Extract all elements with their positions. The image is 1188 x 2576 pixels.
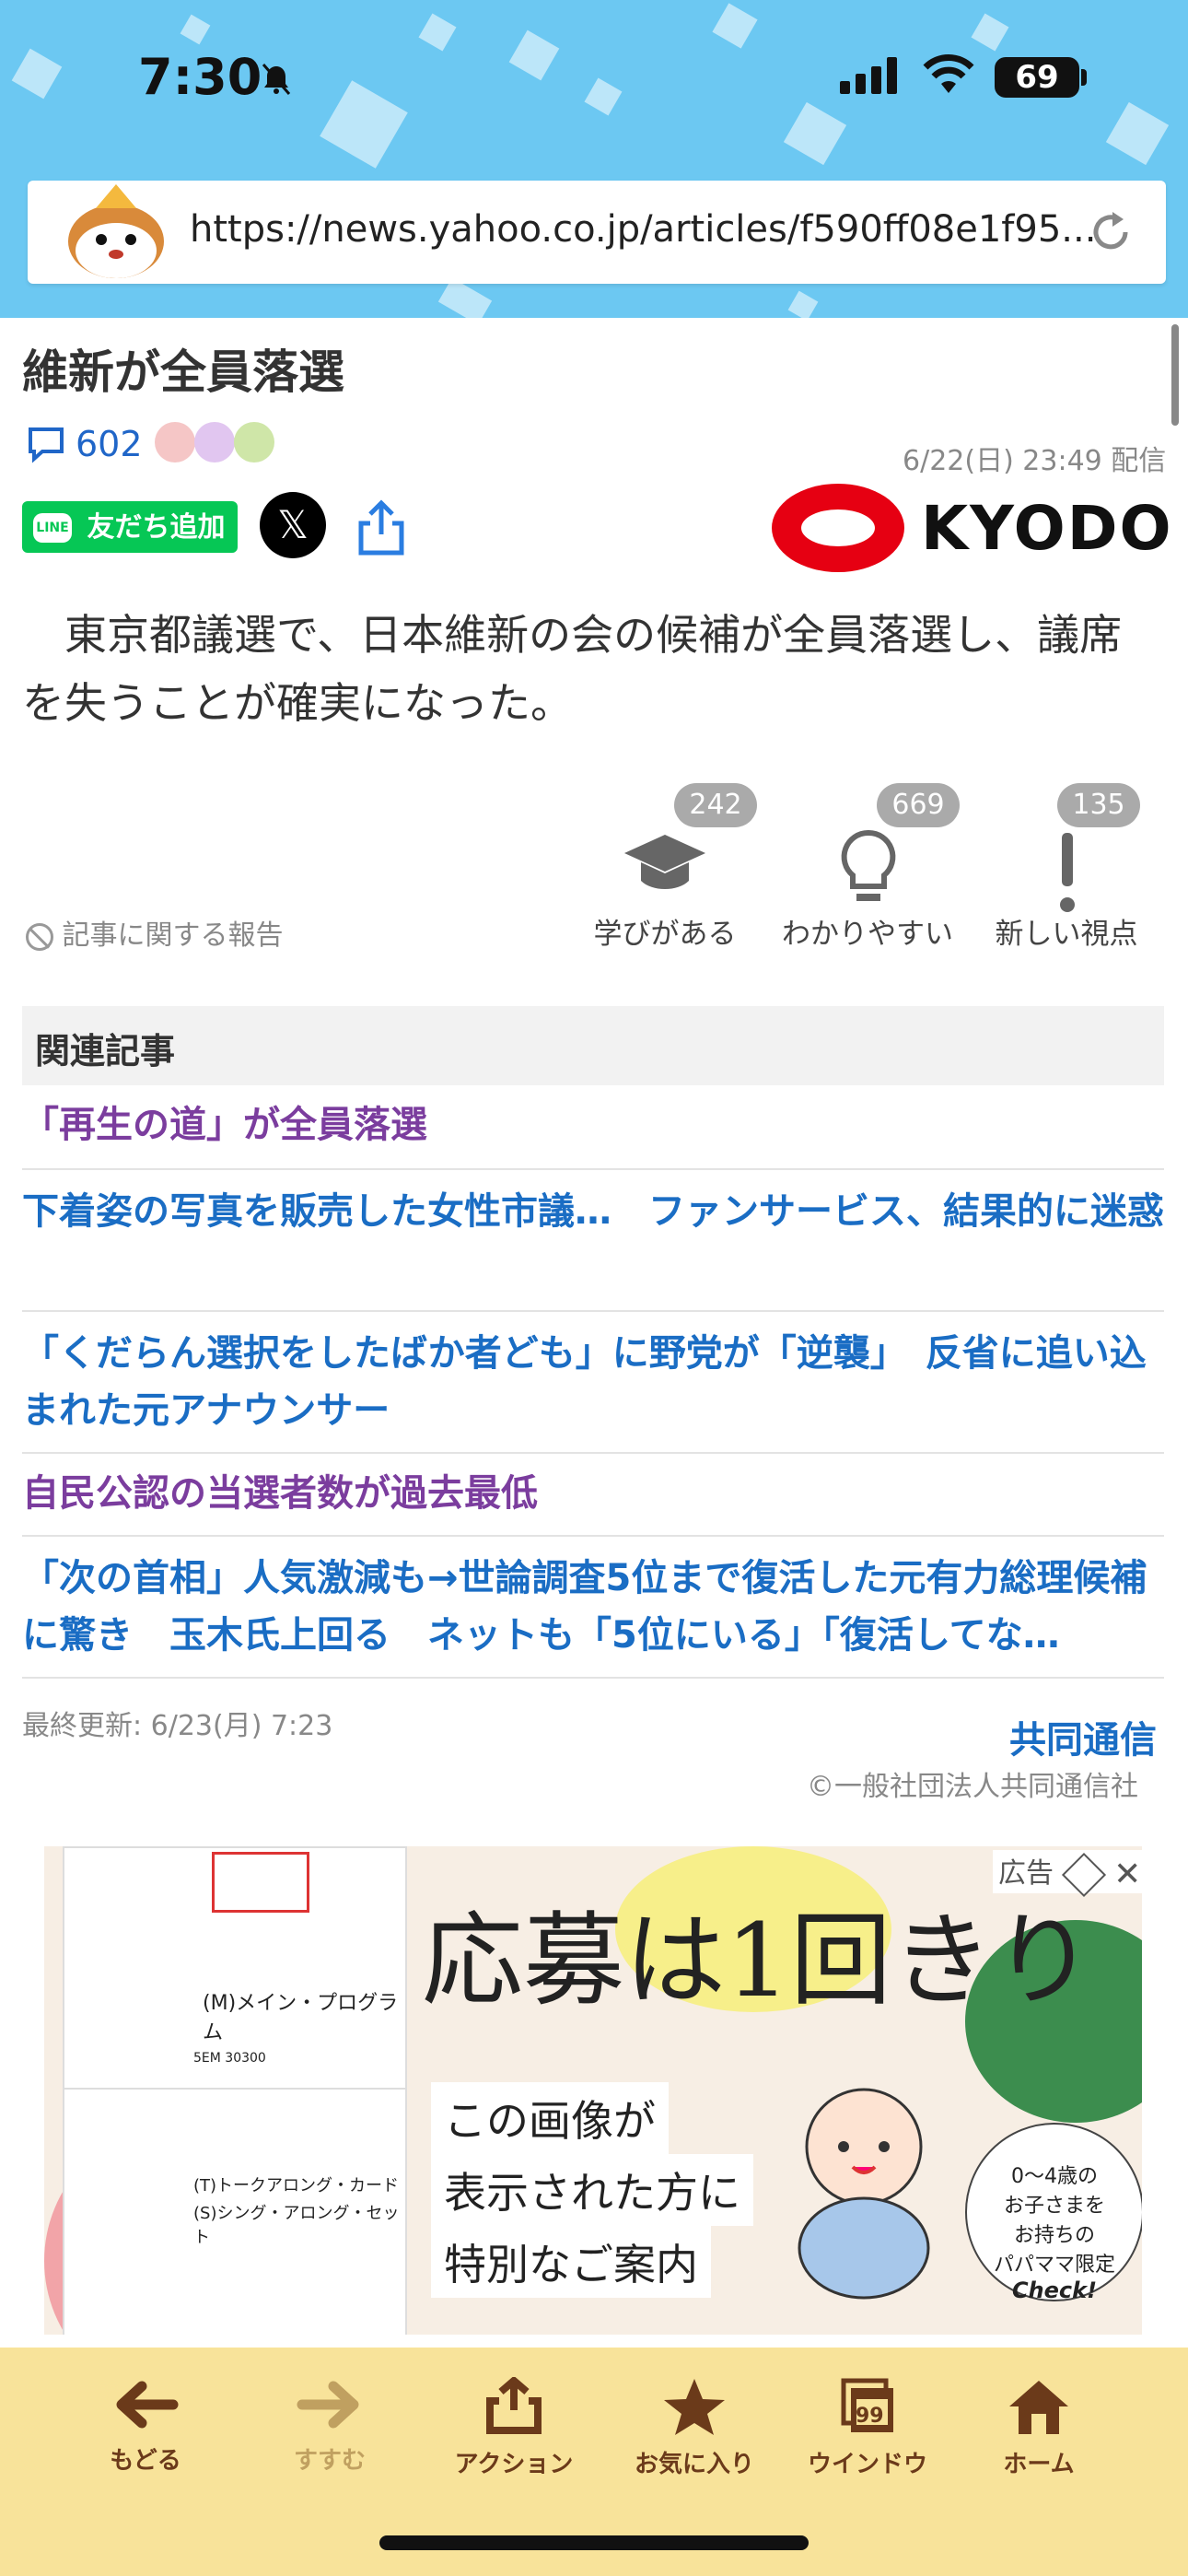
article-body: 東京都議選で、日本維新の会の候補が全員落選し、議席を失うことが確実になった。 <box>22 610 1123 728</box>
star-icon <box>664 2379 725 2435</box>
silent-bell-icon <box>262 64 291 95</box>
share-icon[interactable] <box>354 498 409 558</box>
report-link[interactable]: 記事に関する報告 <box>26 912 284 953</box>
related-link-text[interactable]: 「くだらん選択をしたばか者ども」に野党が「逆襲」 反省に追い込まれた元アナウンサ… <box>22 1332 1147 1432</box>
home-button[interactable]: ホーム <box>956 2377 1122 2479</box>
kyodo-logo-text[interactable]: KYODO <box>921 493 1173 564</box>
reaction-count: 669 <box>877 783 960 827</box>
hamster-mascot-icon <box>68 184 164 278</box>
product-box: (T)トークアロング・カード (S)シング・アロング・セット <box>63 2088 407 2335</box>
line-logo-icon: LINE <box>33 512 72 543</box>
battery-indicator: 69 <box>995 57 1079 98</box>
window-count: 99 <box>856 2405 884 2428</box>
related-link-text[interactable]: 下着姿の写真を販売した女性市議… ファンサービス、結果的に迷惑 <box>22 1190 1164 1233</box>
reload-icon[interactable] <box>1085 206 1136 258</box>
scrollbar[interactable] <box>1171 324 1179 426</box>
favorites-button[interactable]: お気に入り <box>611 2377 777 2479</box>
browser-header: 7:30 69 https://news.yahoo.co.jp/article… <box>0 0 1188 318</box>
provider-link[interactable]: 共同通信 <box>1009 1710 1157 1763</box>
reaction-count: 242 <box>674 783 757 827</box>
line-add-friend-button[interactable]: LINE 友だち追加 <box>22 501 238 553</box>
toolbar-label: ホーム <box>1003 2451 1075 2478</box>
advertisement-banner[interactable]: (M)メイン・プログラム 5EM 30300 (T)トークアロング・カード (S… <box>44 1846 1142 2335</box>
related-link-text[interactable]: 「再生の道」が全員落選 <box>22 1104 427 1146</box>
ad-text-line: 表示された方に <box>431 2154 753 2226</box>
baby-illustration-icon <box>798 2088 930 2300</box>
comment-count[interactable]: 602 <box>76 424 143 464</box>
article-title: 維新が全員落選 <box>22 345 344 399</box>
publish-date: 6/22(日) 23:49 配信 <box>903 445 1167 477</box>
battery-cap <box>1081 69 1087 86</box>
reaction-label: 新しい視点 <box>995 918 1138 951</box>
related-heading: 関連記事 <box>22 1006 1164 1085</box>
kyodo-logo-icon[interactable] <box>764 477 912 579</box>
toolbar-label: ウインドウ <box>807 2451 927 2478</box>
reaction-faces <box>155 422 275 466</box>
ad-check: Check! <box>1011 2277 1098 2303</box>
related-link-text[interactable]: 自民公認の当選者数が過去最低 <box>22 1472 538 1515</box>
toolbar-label: アクション <box>454 2451 574 2478</box>
home-indicator[interactable] <box>379 2535 809 2550</box>
related-link[interactable]: 「くだらん選択をしたばか者ども」に野党が「逆襲」 反省に追い込まれた元アナウンサ… <box>22 1314 1164 1454</box>
related-heading-text: 関連記事 <box>35 1031 176 1071</box>
ad-label[interactable]: 広告 ✕ <box>993 1850 1147 1897</box>
related-link[interactable]: 下着姿の写真を販売した女性市議… ファンサービス、結果的に迷惑 <box>22 1172 1164 1312</box>
related-link[interactable]: 「再生の道」が全員落選 <box>22 1087 1164 1170</box>
toolbar-label: すすむ <box>293 2447 366 2475</box>
wifi-icon <box>923 54 974 93</box>
ad-badge-line: お子さまを <box>1003 2195 1105 2218</box>
last-updated: 最終更新: 6/23(月) 7:23 <box>22 1710 333 1742</box>
action-button[interactable]: アクション <box>431 2375 597 2479</box>
face-icon <box>155 422 195 463</box>
product-box: (M)メイン・プログラム 5EM 30300 <box>63 1846 407 2090</box>
ad-text-line: この画像が <box>431 2082 669 2154</box>
back-button[interactable]: もどる <box>63 2377 228 2476</box>
back-arrow-icon <box>116 2381 179 2429</box>
line-button-label: 友だち追加 <box>87 510 226 544</box>
box-label: (M)メイン・プログラム <box>203 1992 399 2044</box>
url-bar[interactable]: https://news.yahoo.co.jp/articles/f590ff… <box>28 181 1166 284</box>
box-label: (T)トークアロング・カード <box>193 2176 400 2195</box>
prohibited-icon <box>26 922 53 951</box>
toolbar-label: お気に入り <box>634 2451 754 2478</box>
ad-badge-line: お持ちの <box>1013 2224 1095 2247</box>
ad-badge-line: 0〜4歳の <box>1011 2165 1098 2188</box>
ad-label-text: 広告 <box>998 1857 1054 1890</box>
x-share-button[interactable]: 𝕏 <box>260 492 326 558</box>
exclamation-icon <box>1060 833 1075 912</box>
ad-target-badge: 0〜4歳の お子さまを お持ちの パパママ限定 Check! <box>965 2123 1142 2303</box>
status-time: 7:30 <box>138 48 262 106</box>
share-icon <box>486 2375 542 2434</box>
reaction-label: 学びがある <box>593 918 737 951</box>
toolbar-label: もどる <box>110 2447 181 2475</box>
copyright: ©一般社団法人共同通信社 <box>807 1771 1138 1803</box>
comment-icon[interactable] <box>26 424 66 464</box>
lightbulb-icon <box>841 829 896 901</box>
windows-button[interactable]: 99 ウインドウ <box>785 2377 950 2479</box>
cellular-signal-icon <box>840 57 903 94</box>
ad-badge-line: パパママ限定 <box>993 2254 1115 2277</box>
url-text[interactable]: https://news.yahoo.co.jp/articles/f590ff… <box>190 208 1096 251</box>
related-link[interactable]: 自民公認の当選者数が過去最低 <box>22 1456 1164 1537</box>
face-icon <box>234 422 275 463</box>
box-label: (S)シング・アロング・セット <box>193 2204 400 2247</box>
ad-headline: 応募は1回きり <box>422 1902 1094 2020</box>
ad-text-line: 特別なご案内 <box>431 2226 711 2298</box>
graduation-cap-icon <box>624 835 705 889</box>
face-icon <box>194 422 236 463</box>
ad-info-icon[interactable] <box>1061 1852 1106 1897</box>
box-code: 5EM 30300 <box>193 2051 266 2066</box>
box-stamp <box>212 1852 309 1913</box>
reaction-count: 135 <box>1057 783 1140 827</box>
reaction-label: わかりやすい <box>782 918 953 951</box>
related-link-text[interactable]: 「次の首相」人気激減も→世論調査5位まで復活した元有力総理候補に驚き 玉木氏上回… <box>22 1557 1147 1657</box>
report-label: 記事に関する報告 <box>62 919 284 952</box>
forward-button[interactable]: すすむ <box>247 2377 413 2476</box>
forward-arrow-icon <box>297 2381 359 2429</box>
related-link[interactable]: 「次の首相」人気激減も→世論調査5位まで復活した元有力総理候補に驚き 玉木氏上回… <box>22 1539 1164 1679</box>
ad-close-icon[interactable]: ✕ <box>1113 1856 1141 1893</box>
home-icon <box>1009 2381 1068 2434</box>
